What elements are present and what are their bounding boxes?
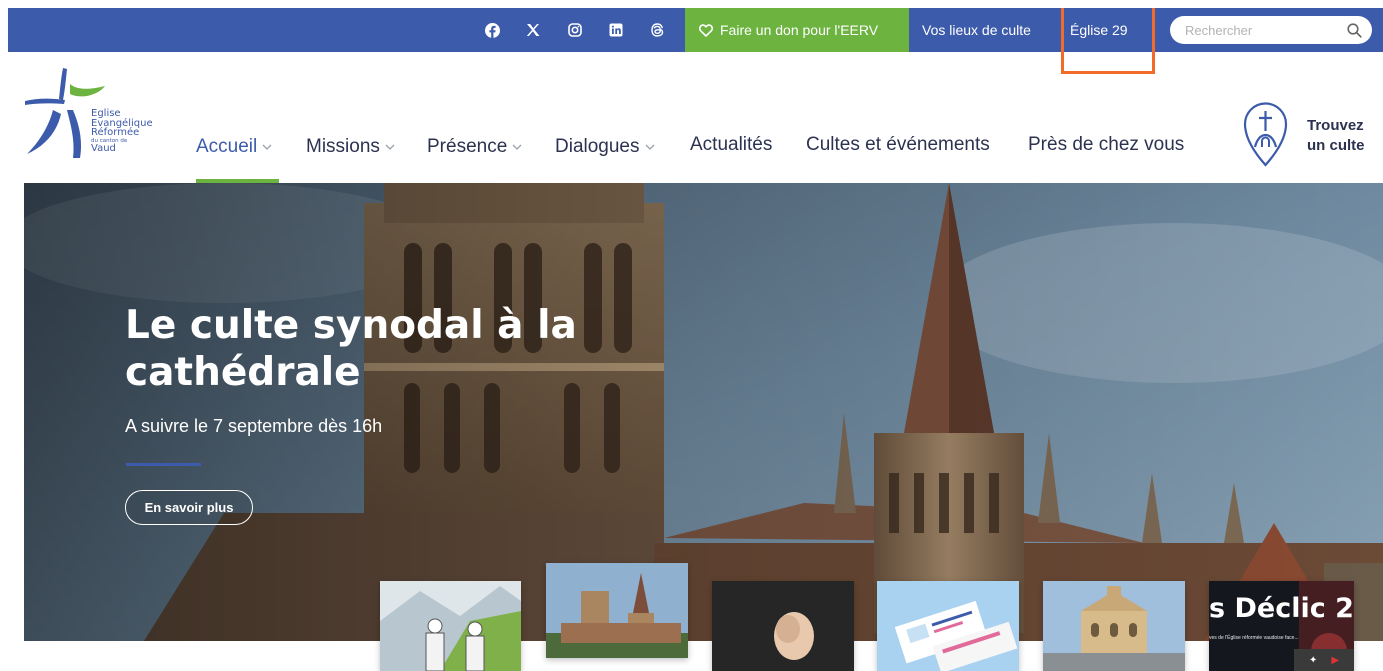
nav-item-accueil[interactable]: Accueil bbox=[196, 134, 272, 184]
hero-divider bbox=[126, 463, 201, 466]
nav-item-missions[interactable]: Missions bbox=[306, 134, 395, 184]
card-church-square-image[interactable] bbox=[1043, 581, 1185, 671]
logo-line: Réformée bbox=[91, 127, 140, 138]
linkedin-icon[interactable] bbox=[602, 8, 630, 52]
nav-item-presence[interactable]: Présence bbox=[427, 134, 522, 184]
nav-item-label: Missions bbox=[306, 136, 380, 157]
page: Faire un don pour l'EERV Vos lieux de cu… bbox=[0, 0, 1383, 671]
x-icon[interactable] bbox=[519, 8, 547, 52]
nav-item-label: Présence bbox=[427, 136, 508, 157]
declic-title: s Déclic 2 bbox=[1209, 593, 1354, 624]
declic-caption: ves de l'Église réformée vaudoise face..… bbox=[1209, 635, 1299, 641]
nav-item-dialogues[interactable]: Dialogues bbox=[555, 134, 655, 184]
find-worship-link[interactable]: Trouvez un culte bbox=[1307, 116, 1377, 156]
top-bar: Faire un don pour l'EERV Vos lieux de cu… bbox=[8, 8, 1383, 74]
card-brochure-image[interactable] bbox=[877, 581, 1019, 671]
find-worship-line: un culte bbox=[1307, 137, 1365, 154]
search-box bbox=[1170, 16, 1372, 44]
logo-mark-icon: ✦ bbox=[1308, 654, 1318, 666]
donate-button[interactable]: Faire un don pour l'EERV bbox=[685, 8, 909, 52]
hero-subtitle: A suivre le 7 septembre dès 16h bbox=[125, 416, 383, 436]
chevron-down-icon bbox=[645, 134, 655, 156]
search-input[interactable] bbox=[1185, 22, 1345, 38]
chevron-down-icon bbox=[262, 134, 272, 156]
eerv-logo[interactable]: Eglise Evangélique Réformée du canton de… bbox=[25, 66, 175, 170]
nav-item-label: Dialogues bbox=[555, 136, 640, 157]
play-icon[interactable]: ▶ bbox=[1331, 655, 1339, 666]
chevron-down-icon bbox=[512, 134, 522, 156]
donate-label: Faire un don pour l'EERV bbox=[720, 22, 879, 38]
logo-line: Vaud bbox=[91, 142, 116, 154]
card-praying-hands-image[interactable] bbox=[712, 581, 854, 671]
nav-item-pres-de-chez-vous[interactable]: Près de chez vous bbox=[1028, 134, 1184, 184]
nav-item-actualites[interactable]: Actualités bbox=[690, 134, 772, 184]
heart-icon bbox=[699, 23, 713, 37]
card-declic-video[interactable]: s Déclic 2 ves de l'Église réformée vaud… bbox=[1209, 581, 1354, 671]
hero-title: Le culte synodal à la cathédrale bbox=[125, 302, 595, 396]
find-worship-pin-icon[interactable] bbox=[1243, 101, 1288, 167]
nav-item-cultes-evenements[interactable]: Cultes et événements bbox=[806, 134, 990, 184]
learn-more-button[interactable]: En savoir plus bbox=[125, 490, 253, 525]
eglise-29-link[interactable]: Église 29 bbox=[1070, 8, 1128, 52]
places-of-worship-link[interactable]: Vos lieux de culte bbox=[922, 8, 1031, 52]
featured-cards-strip: s Déclic 2 ves de l'Église réformée vaud… bbox=[0, 555, 1383, 671]
chevron-down-icon bbox=[385, 134, 395, 156]
hero-title-line: cathédrale bbox=[125, 350, 361, 395]
threads-icon[interactable] bbox=[643, 8, 671, 52]
instagram-icon[interactable] bbox=[561, 8, 589, 52]
card-cathedral-image[interactable] bbox=[546, 563, 688, 658]
facebook-icon[interactable] bbox=[478, 8, 506, 52]
card-hikers-image[interactable] bbox=[380, 581, 521, 671]
search-icon[interactable] bbox=[1347, 22, 1362, 38]
find-worship-line: Trouvez bbox=[1307, 117, 1364, 134]
logo-wordmark: Eglise Evangélique Réformée du canton de… bbox=[91, 109, 153, 153]
nav-item-label: Accueil bbox=[196, 136, 258, 157]
hero-title-line: Le culte synodal à la bbox=[125, 303, 577, 348]
video-controls: ✦ ▶ bbox=[1294, 649, 1354, 671]
